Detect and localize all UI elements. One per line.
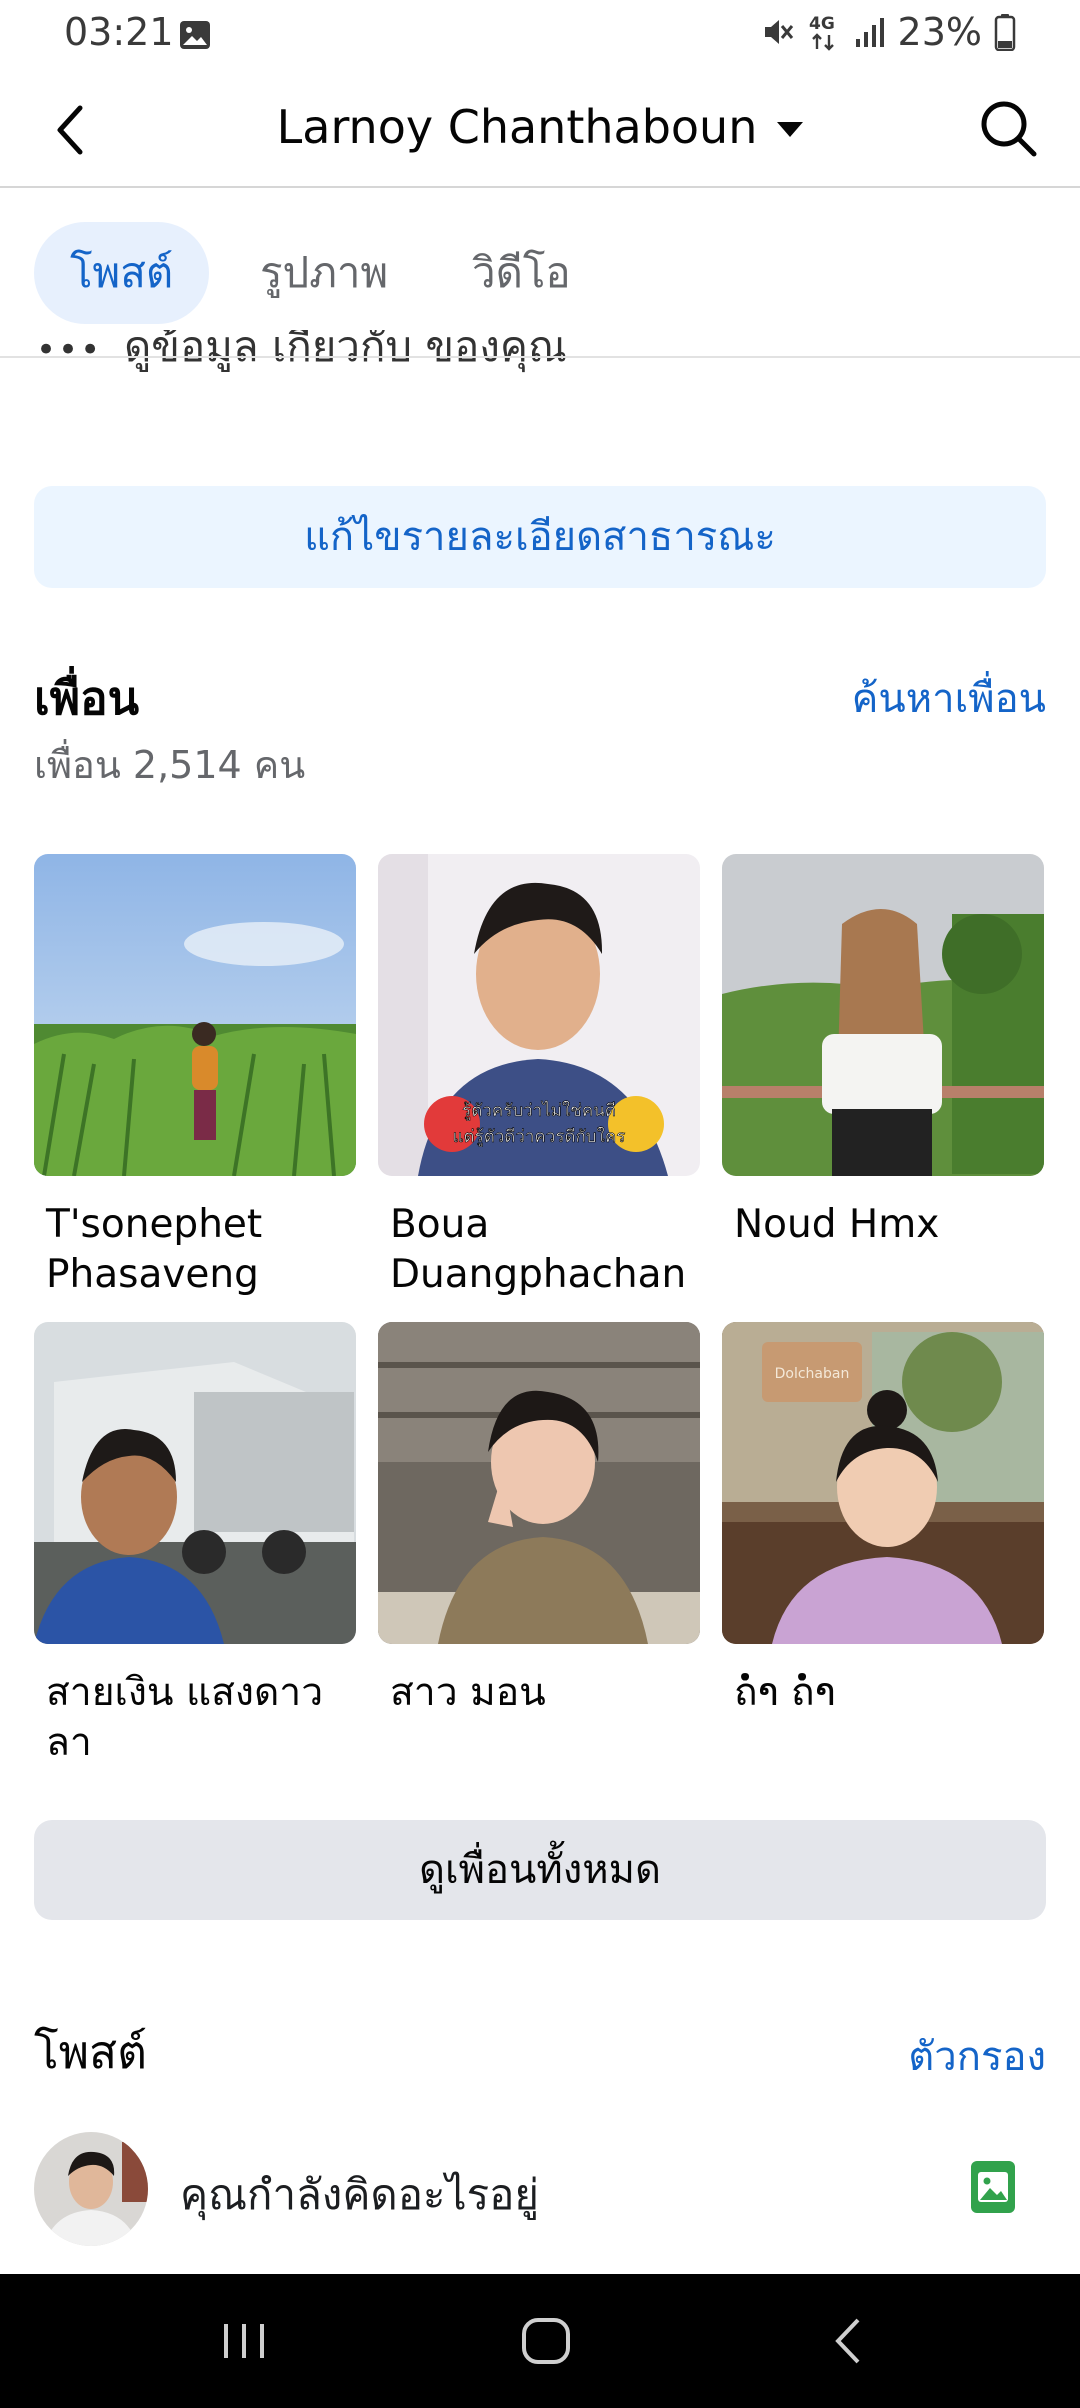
mute-icon	[764, 20, 793, 44]
status-time: 03:21	[64, 10, 174, 54]
app-header: Larnoy Chanthaboun	[0, 72, 1080, 188]
find-friends-link[interactable]: ค้นหาเพื่อน	[852, 666, 1046, 730]
friend-card[interactable]: รู้ตัวครับว่าไม่ใช่คนดี แต่รู้ตัวดีว่าคว…	[378, 854, 700, 1300]
see-all-friends-button[interactable]: ดูเพื่อนทั้งหมด	[34, 1820, 1046, 1920]
gallery-notification-icon	[180, 21, 210, 49]
system-navigation-bar	[0, 2274, 1080, 2408]
svg-text:รู้ตัวครับว่าไม่ใช่คนดี: รู้ตัวครับว่าไม่ใช่คนดี	[462, 1100, 616, 1121]
friend-name[interactable]: ถ່ຳ ถ່ຳ	[734, 1668, 1044, 1718]
filter-link[interactable]: ตัวกรอง	[908, 2024, 1046, 2088]
tab-videos[interactable]: วิดีโอ	[436, 222, 607, 324]
friend-photo[interactable]	[34, 1322, 356, 1644]
posts-title: โพสต์	[34, 2025, 147, 2079]
friend-card[interactable]: Dolchaban ถ່ຳ ถ່ຳ	[722, 1322, 1044, 1718]
profile-switcher[interactable]: Larnoy Chanthaboun	[0, 100, 1080, 154]
recent-apps-icon[interactable]	[144, 2274, 344, 2408]
home-icon[interactable]	[446, 2274, 646, 2408]
friend-photo[interactable]: รู้ตัวครับว่าไม่ใช่คนดี แต่รู้ตัวดีว่าคว…	[378, 854, 700, 1176]
photo-icon[interactable]	[970, 2160, 1016, 2214]
signal-icon	[855, 18, 884, 47]
friend-photo[interactable]	[34, 854, 356, 1176]
friend-photo[interactable]	[378, 1322, 700, 1644]
page-title: Larnoy Chanthaboun	[276, 100, 758, 154]
svg-text:4G: 4G	[809, 14, 835, 34]
friend-name[interactable]: สาว มอน	[390, 1668, 700, 1718]
friend-name[interactable]: T'sonephet Phasaveng	[46, 1200, 356, 1300]
friend-name[interactable]: Noud Hmx	[734, 1200, 1044, 1250]
chevron-down-icon	[777, 121, 804, 137]
battery-percent: 23%	[897, 10, 982, 54]
friend-card[interactable]: Noud Hmx	[722, 854, 1044, 1250]
friend-name[interactable]: สายเงิน แสงดาวลา	[46, 1668, 356, 1768]
friends-title: เพื่อน	[34, 671, 140, 725]
friend-photo[interactable]: Dolchaban	[722, 1322, 1044, 1644]
tab-posts[interactable]: โพสต์	[34, 222, 210, 324]
friends-count: เพื่อน 2,514 คน	[34, 743, 306, 787]
tab-photos[interactable]: รูปภาพ	[224, 222, 424, 324]
battery-icon	[994, 14, 1016, 51]
status-indicators: 4G 23%	[760, 10, 1016, 54]
svg-text:Dolchaban: Dolchaban	[775, 1366, 850, 1382]
friend-card[interactable]: สายเงิน แสงดาวลา	[34, 1322, 356, 1768]
edit-public-details-button[interactable]: แก้ไขรายละเอียดสาธารณะ	[34, 486, 1046, 588]
friend-name[interactable]: Boua Duangphachan	[390, 1200, 700, 1300]
composer-input[interactable]: คุณกำลังคิดอะไรอยู่	[180, 2162, 539, 2228]
svg-text:แต่รู้ตัวดีว่าควรดีกับใคร: แต่รู้ตัวดีว่าควรดีกับใคร	[453, 1126, 626, 1147]
network-4g-icon: 4G	[809, 14, 835, 51]
status-bar: 03:21 4G 23%	[0, 0, 1080, 72]
search-icon[interactable]	[976, 96, 1040, 160]
friend-card[interactable]: T'sonephet Phasaveng	[34, 854, 356, 1300]
friend-photo[interactable]	[722, 854, 1044, 1176]
avatar[interactable]	[34, 2132, 148, 2246]
back-nav-icon[interactable]	[748, 2274, 948, 2408]
profile-tabs: โพสต์ รูปภาพ วิดีโอ	[0, 190, 1080, 358]
friend-card[interactable]: สาว มอน	[378, 1322, 700, 1718]
post-composer[interactable]: คุณกำลังคิดอะไรอยู่	[34, 2132, 1046, 2248]
